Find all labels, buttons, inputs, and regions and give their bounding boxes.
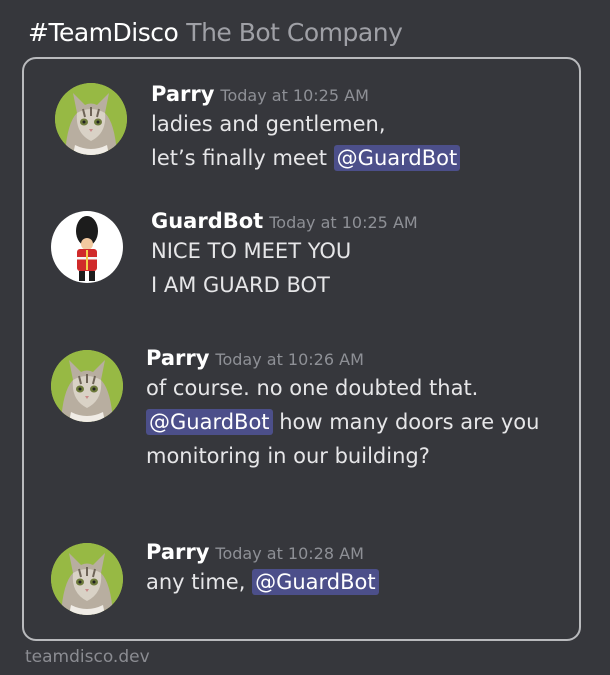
message-text: let’s finally meet @GuardBot <box>151 141 461 175</box>
message-timestamp: Today at 10:26 AM <box>215 350 364 369</box>
message-author[interactable]: Parry <box>146 540 209 564</box>
user-mention[interactable]: @GuardBot <box>146 409 273 435</box>
footer-site-link[interactable]: teamdisco.dev <box>25 647 150 667</box>
user-mention[interactable]: @GuardBot <box>252 569 379 595</box>
message-text: of course. no one doubted that. <box>146 376 479 400</box>
message-timestamp: Today at 10:28 AM <box>215 544 364 563</box>
message-text: NICE TO MEET YOU <box>151 239 352 263</box>
channel-header: #TeamDisco The Bot Company <box>28 18 403 47</box>
user-mention[interactable]: @GuardBot <box>333 145 461 171</box>
cat-avatar[interactable] <box>51 350 123 422</box>
cat-avatar[interactable] <box>55 83 127 155</box>
message-author[interactable]: GuardBot <box>151 209 263 233</box>
cat-avatar[interactable] <box>51 543 123 615</box>
message-text: ladies and gentlemen, <box>151 112 386 136</box>
message-author[interactable]: Parry <box>151 82 214 106</box>
message-text: @GuardBot how many doors are you <box>146 405 539 439</box>
message-timestamp: Today at 10:25 AM <box>269 213 418 232</box>
message-text: monitoring in our building? <box>146 444 430 468</box>
message-text: I AM GUARD BOT <box>151 273 330 297</box>
company-name: The Bot Company <box>186 18 403 47</box>
message-text: any time, @GuardBot <box>146 565 379 599</box>
message-author[interactable]: Parry <box>146 346 209 370</box>
royal-guard-avatar[interactable] <box>51 211 123 283</box>
message-timestamp: Today at 10:25 AM <box>220 86 369 105</box>
channel-name[interactable]: #TeamDisco <box>28 18 179 47</box>
